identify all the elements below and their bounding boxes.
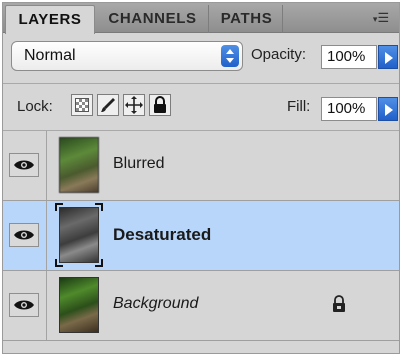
opacity-slider-arrow-icon[interactable] bbox=[378, 45, 398, 69]
layer-thumbnail bbox=[59, 277, 99, 333]
blend-mode-value: Normal bbox=[24, 47, 76, 64]
tab-channels[interactable]: CHANNELS bbox=[97, 5, 209, 33]
layer-row-blurred[interactable]: Blurred bbox=[3, 131, 399, 201]
layers-list: Blurred Desaturated Background bbox=[3, 131, 399, 353]
tab-layers[interactable]: LAYERS bbox=[5, 5, 95, 34]
visibility-eye-icon[interactable] bbox=[9, 153, 39, 177]
visibility-column bbox=[3, 201, 47, 270]
blend-mode-stepper-icon bbox=[221, 45, 239, 67]
opacity-label: Opacity: bbox=[251, 46, 307, 63]
opacity-field[interactable]: 100% bbox=[321, 45, 377, 69]
layer-row-desaturated[interactable]: Desaturated bbox=[3, 201, 399, 271]
fill-field[interactable]: 100% bbox=[321, 97, 377, 121]
fill-label: Fill: bbox=[287, 98, 311, 115]
lock-transparent-pixels-icon[interactable] bbox=[71, 94, 93, 116]
panel-menu-icon[interactable]: ▾☰ bbox=[367, 9, 395, 27]
tab-paths[interactable]: PATHS bbox=[211, 5, 283, 33]
thumbnail-selection-frame bbox=[55, 203, 103, 267]
blend-mode-select[interactable]: Normal bbox=[11, 41, 243, 71]
layers-panel: LAYERS CHANNELS PATHS ▾☰ Normal Opacity:… bbox=[2, 2, 400, 354]
visibility-column bbox=[3, 131, 47, 200]
fill-slider-arrow-icon[interactable] bbox=[378, 97, 398, 121]
visibility-eye-icon[interactable] bbox=[9, 223, 39, 247]
layer-row-background[interactable]: Background bbox=[3, 271, 399, 341]
lock-label: Lock: bbox=[17, 98, 53, 115]
panel-tab-bar: LAYERS CHANNELS PATHS ▾☰ bbox=[3, 3, 399, 34]
layer-name: Blurred bbox=[113, 155, 165, 172]
divider bbox=[3, 83, 399, 84]
lock-all-icon[interactable] bbox=[149, 94, 171, 116]
visibility-column bbox=[3, 271, 47, 340]
lock-image-pixels-icon[interactable] bbox=[97, 94, 119, 116]
lock-position-icon[interactable] bbox=[123, 94, 145, 116]
layer-lock-icon bbox=[331, 295, 347, 318]
layer-name: Desaturated bbox=[113, 225, 212, 244]
visibility-eye-icon[interactable] bbox=[9, 293, 39, 317]
layer-thumbnail bbox=[59, 137, 99, 193]
layer-name: Background bbox=[113, 295, 199, 312]
